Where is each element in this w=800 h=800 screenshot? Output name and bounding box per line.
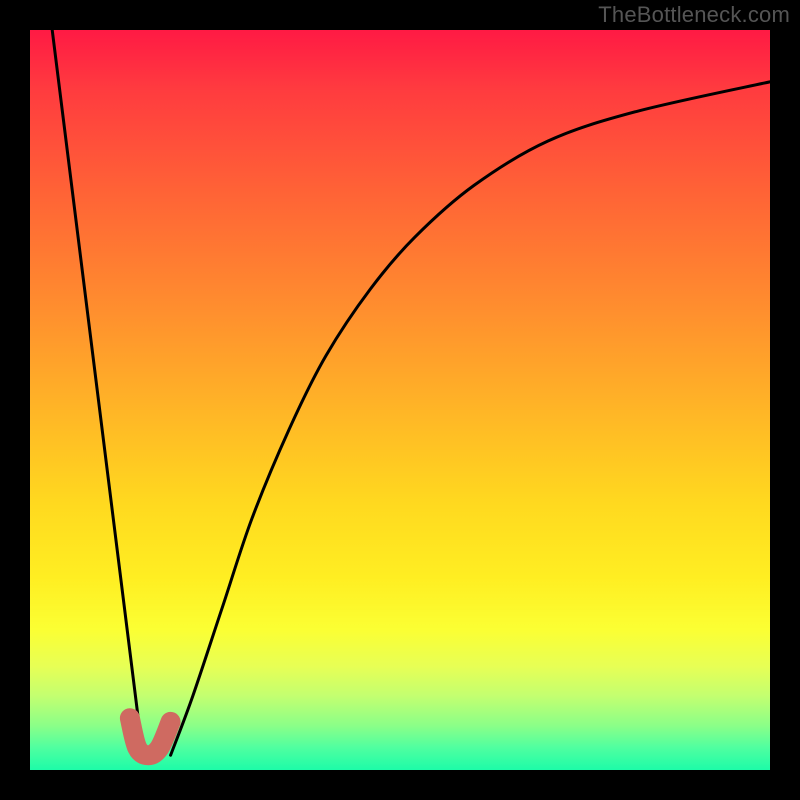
series-left-descent [52, 30, 141, 740]
watermark-label: TheBottleneck.com [598, 2, 790, 28]
chart-svg [30, 30, 770, 770]
plot-area [30, 30, 770, 770]
chart-root: TheBottleneck.com [0, 0, 800, 800]
series-minimum-marker [130, 718, 171, 755]
series-right-ascent [171, 82, 770, 755]
